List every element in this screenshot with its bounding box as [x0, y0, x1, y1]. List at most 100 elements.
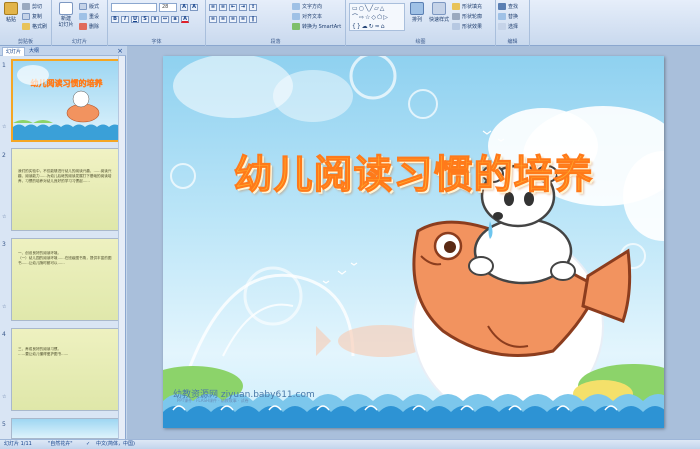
format-painter-label: 格式刷 [32, 23, 48, 30]
shrink-font-button[interactable]: A [190, 4, 198, 11]
paragraph-group-label: 段落 [270, 39, 281, 45]
new-slide-button[interactable]: 新建 幻灯片 [54, 0, 78, 36]
line-spacing-button[interactable]: ↕ [249, 4, 257, 11]
effects-icon [452, 22, 460, 30]
panel-scrollbar[interactable] [118, 56, 125, 439]
smartart-label: 转换为 SmartArt [302, 23, 342, 30]
slide-thumbnail-2[interactable]: 我们的实验中，不仅能够进行幼儿的阅读兴趣、……阅读兴趣、阅读能力……为幼儿后继的… [11, 148, 122, 231]
align-text-label: 对齐文本 [302, 13, 323, 20]
delete-button[interactable]: 删除 [79, 22, 107, 30]
bullets-button[interactable]: ≡ [209, 4, 217, 11]
replace-icon [498, 12, 506, 20]
decrease-indent-button[interactable]: ⇤ [229, 4, 237, 11]
slide-thumbnail-3[interactable]: 一、创设良好的阅读环境。 （一）幼儿园的阅读环境……在班级图书角，提供丰富的图书… [11, 238, 122, 321]
animation-star-icon: ☆ [2, 304, 7, 310]
slide-thumbnail-4[interactable]: 三、养成良好的阅读习惯。 ……要让幼儿懂得爱护图书…… [11, 328, 122, 411]
arrange-icon [410, 2, 424, 15]
grow-font-button[interactable]: A [180, 4, 188, 11]
animation-star-icon: ☆ [2, 214, 7, 220]
cloud [173, 56, 293, 118]
delete-icon [79, 22, 87, 30]
layout-icon [79, 2, 87, 10]
slide-title[interactable]: 幼儿阅读习惯的培养 [163, 144, 664, 200]
shapes-gallery[interactable]: ▭○╲╱▱△ ⌒⇨☆◇⬠▷ {}☁↻≈⌂ [349, 3, 405, 31]
layout-button[interactable]: 版式 [79, 2, 107, 10]
cut-button[interactable]: 剪切 [22, 2, 50, 10]
justify-button[interactable]: ≡ [239, 16, 247, 23]
shape-effects-button[interactable]: 形状效果 [452, 22, 494, 30]
slides-group: 新建 幻灯片 版式 重设 删除 幻灯片 [52, 0, 108, 46]
find-button[interactable]: 查找 [498, 2, 528, 10]
arrange-label: 排列 [411, 17, 422, 23]
close-icon[interactable]: × [117, 47, 123, 55]
change-case-button[interactable]: a [171, 16, 179, 23]
increase-indent-button[interactable]: ⇥ [239, 4, 247, 11]
strikethrough-button[interactable]: S [141, 16, 149, 23]
font-size-field[interactable]: 28 [159, 3, 177, 12]
cut-label: 剪切 [32, 3, 43, 10]
birds [322, 262, 358, 284]
italic-button[interactable]: I [121, 16, 129, 23]
reset-button[interactable]: 重设 [79, 12, 107, 20]
align-right-button[interactable]: ≡ [229, 16, 237, 23]
bear-paw [468, 256, 494, 276]
slide-canvas: 幼儿阅读习惯的培养 幼教资源网 ziyuan.baby611.com PPT课件… [127, 46, 700, 439]
align-center-button[interactable]: ≡ [219, 16, 227, 23]
spellcheck-icon[interactable]: ✓ [86, 440, 90, 449]
bubble [349, 56, 397, 100]
shadow-button[interactable]: s [151, 16, 159, 23]
thumb-1-art [13, 65, 120, 140]
thumb-grass [13, 120, 53, 123]
delete-label: 删除 [89, 23, 100, 30]
slide[interactable]: 幼儿阅读习惯的培养 幼教资源网 ziyuan.baby611.com PPT课件… [163, 56, 664, 428]
new-slide-label: 新建 幻灯片 [58, 16, 74, 28]
brush-icon [22, 22, 30, 30]
thumb-text: 三、养成良好的阅读习惯。 ……要让幼儿懂得爱护图书…… [18, 347, 69, 356]
shape-effects-label: 形状效果 [462, 23, 483, 30]
drawing-group-label: 绘图 [415, 39, 426, 45]
thumb-bear [72, 90, 90, 108]
align-text-button[interactable]: 对齐文本 [292, 12, 344, 20]
slide-thumbnail-5[interactable] [11, 418, 122, 439]
fill-bucket-icon [452, 2, 460, 10]
replace-button[interactable]: 替换 [498, 12, 528, 20]
numbering-button[interactable]: ≡ [219, 4, 227, 11]
shape-outline-label: 形状轮廓 [462, 13, 483, 20]
paste-button[interactable]: 粘贴 [2, 0, 20, 34]
bear-paw [550, 261, 576, 281]
shape-fill-label: 形状填充 [462, 3, 483, 10]
shape-fill-button[interactable]: 形状填充 [452, 2, 494, 10]
select-button[interactable]: 选择 [498, 22, 528, 30]
thumb-text: 一、创设良好的阅读环境。 （一）幼儿园的阅读环境……在班级图书角，提供丰富的图书… [18, 251, 112, 265]
char-spacing-button[interactable]: ↔ [161, 16, 169, 23]
slide-position: 幻灯片 1/11 [4, 441, 32, 447]
font-name-field[interactable] [111, 3, 157, 12]
cloud [273, 70, 353, 122]
columns-button[interactable]: ‖ [249, 16, 257, 23]
language[interactable]: 中文(简体，中国) [96, 440, 135, 449]
thumb-text: 我们的实验中，不仅能够进行幼儿的阅读兴趣、……阅读兴趣、阅读能力……为幼儿后继的… [18, 169, 112, 183]
scissors-icon [22, 2, 30, 10]
editing-group: 查找 替换 选择 编辑 [496, 0, 530, 46]
arrange-button[interactable]: 排列 [408, 0, 426, 34]
replace-label: 替换 [508, 13, 519, 20]
paste-label: 粘贴 [5, 17, 16, 23]
bubble [408, 89, 438, 119]
underline-button[interactable]: U [131, 16, 139, 23]
shape-outline-button[interactable]: 形状轮廓 [452, 12, 494, 20]
align-left-button[interactable]: ≡ [209, 16, 217, 23]
format-painter-button[interactable]: 格式刷 [22, 22, 50, 30]
paragraph-group: ≡ ≡ ⇤ ⇥ ↕ ≡ ≡ ≡ ≡ ‖ 文字方向 对齐文本 转换为 SmartA… [206, 0, 346, 46]
slide-number: 5 [2, 421, 6, 428]
quick-styles-button[interactable]: 快速样式 [427, 0, 451, 34]
tab-slides[interactable]: 幻灯片 [2, 47, 26, 56]
smartart-button[interactable]: 转换为 SmartArt [292, 22, 346, 30]
copy-label: 复制 [32, 13, 43, 20]
copy-button[interactable]: 复制 [22, 12, 50, 20]
bold-button[interactable]: B [111, 16, 119, 23]
tab-outline[interactable]: 大纲 [26, 47, 42, 56]
editing-group-label: 编辑 [507, 39, 518, 45]
font-color-button[interactable]: A [181, 16, 189, 23]
text-direction-button[interactable]: 文字方向 [292, 2, 344, 10]
slide-thumbnail-1[interactable]: 幼儿阅读习惯的培养 [11, 59, 122, 142]
